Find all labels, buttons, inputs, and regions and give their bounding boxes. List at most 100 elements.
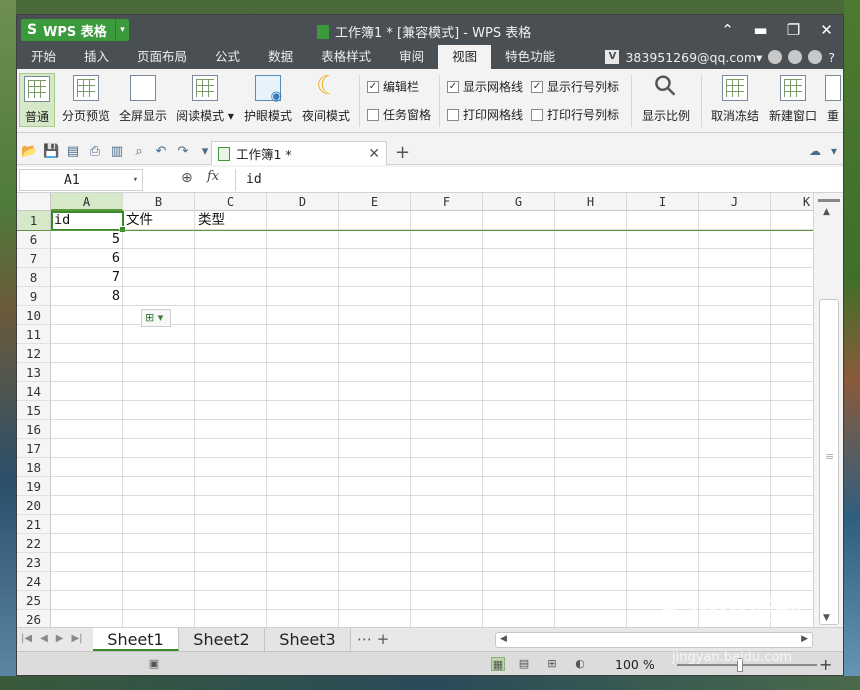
add-sheet-button[interactable]: ⋯ +: [357, 630, 389, 648]
formula-bar-checkbox[interactable]: ✓ 编辑栏: [367, 78, 419, 95]
row-header-19[interactable]: 19: [17, 477, 51, 496]
name-box[interactable]: A1 ▾: [19, 169, 143, 191]
normal-view-button[interactable]: 普通: [19, 73, 55, 127]
formula-input[interactable]: id: [235, 169, 839, 191]
cell-a8[interactable]: 7: [51, 268, 123, 287]
column-header-c[interactable]: C: [195, 193, 267, 211]
row-header-6[interactable]: 6: [17, 230, 51, 249]
row-header-13[interactable]: 13: [17, 363, 51, 382]
panel-toggle-icon[interactable]: ▾: [831, 144, 837, 158]
zoom-button[interactable]: 显示比例: [637, 73, 695, 127]
cell-area[interactable]: id 文件 类型 5 6 7 8 ⊞ ▾: [51, 211, 813, 627]
account-email[interactable]: 383951269@qq.com▾: [625, 50, 762, 65]
show-gridlines-checkbox[interactable]: ✓ 显示网格线: [447, 78, 523, 95]
row-header-16[interactable]: 16: [17, 420, 51, 439]
chevron-down-icon[interactable]: ▾: [115, 19, 129, 41]
column-header-g[interactable]: G: [483, 193, 555, 211]
next-sheet-icon[interactable]: ▶: [56, 633, 64, 644]
row-header-24[interactable]: 24: [17, 572, 51, 591]
row-header-14[interactable]: 14: [17, 382, 51, 401]
menu-item-special[interactable]: 特色功能: [491, 45, 569, 69]
row-header-17[interactable]: 17: [17, 439, 51, 458]
column-header-j[interactable]: J: [699, 193, 771, 211]
page-layout-view-icon[interactable]: ▤: [517, 657, 531, 671]
column-header-i[interactable]: I: [627, 193, 699, 211]
cell-a6[interactable]: 5: [51, 230, 123, 249]
row-header-26[interactable]: 26: [17, 610, 51, 627]
scroll-down-icon[interactable]: ▼: [823, 613, 830, 623]
share-icon[interactable]: [768, 50, 783, 64]
save-icon[interactable]: 💾: [43, 144, 59, 160]
cell-c1[interactable]: 类型: [195, 211, 267, 230]
page-break-view-icon[interactable]: ⊞: [545, 657, 559, 671]
normal-view-icon[interactable]: ▦: [491, 657, 505, 671]
row-header-22[interactable]: 22: [17, 534, 51, 553]
macro-record-icon[interactable]: ▣: [147, 657, 161, 671]
document-tab[interactable]: 工作簿1 * ✕: [211, 141, 387, 165]
row-header-25[interactable]: 25: [17, 591, 51, 610]
split-handle[interactable]: [818, 199, 840, 202]
sheet-tab-sheet2[interactable]: Sheet2: [179, 628, 265, 651]
select-all-corner[interactable]: [17, 193, 51, 211]
row-header-20[interactable]: 20: [17, 496, 51, 515]
task-pane-checkbox[interactable]: 任务窗格: [367, 106, 431, 123]
last-sheet-icon[interactable]: ▶|: [71, 633, 82, 644]
undo-icon[interactable]: ↶: [153, 144, 169, 160]
column-header-b[interactable]: B: [123, 193, 195, 211]
print-icon[interactable]: ⎙: [87, 144, 103, 160]
menu-item-start[interactable]: 开始: [17, 45, 70, 69]
cell-a9[interactable]: 8: [51, 287, 123, 306]
print-gridlines-checkbox[interactable]: 打印网格线: [447, 106, 523, 123]
zoom-formula-icon[interactable]: ⊕: [181, 170, 193, 186]
column-header-a[interactable]: A: [51, 193, 123, 211]
menu-item-table-style[interactable]: 表格样式: [307, 45, 385, 69]
redo-icon[interactable]: ↷: [175, 144, 191, 160]
show-headings-checkbox[interactable]: ✓ 显示行号列标: [531, 78, 619, 95]
menu-item-formulas[interactable]: 公式: [201, 45, 254, 69]
find-icon[interactable]: ⌕: [131, 144, 147, 160]
row-header-15[interactable]: 15: [17, 401, 51, 420]
row-header-18[interactable]: 18: [17, 458, 51, 477]
menu-item-data[interactable]: 数据: [254, 45, 307, 69]
row-header-21[interactable]: 21: [17, 515, 51, 534]
print-headings-checkbox[interactable]: 打印行号列标: [531, 106, 619, 123]
close-tab-icon[interactable]: ✕: [368, 146, 380, 162]
help-button[interactable]: ?: [828, 50, 835, 65]
scroll-up-icon[interactable]: ▲: [823, 207, 830, 217]
prev-sheet-icon[interactable]: ◀: [40, 633, 48, 644]
reading-mode-button[interactable]: 阅读模式 ▾: [175, 73, 235, 127]
night-mode-button[interactable]: 夜间模式: [299, 71, 353, 127]
menu-item-page-layout[interactable]: 页面布局: [123, 45, 201, 69]
skin-icon[interactable]: [808, 50, 823, 64]
minimize-button[interactable]: ▬: [744, 15, 777, 45]
settings-icon[interactable]: [788, 50, 803, 64]
sheet-tab-sheet3[interactable]: Sheet3: [265, 628, 351, 651]
zoom-level[interactable]: 100 %: [615, 657, 655, 672]
row-header-7[interactable]: 7: [17, 249, 51, 268]
collapse-ribbon-icon[interactable]: ⌃: [711, 15, 744, 45]
cell-b1[interactable]: 文件: [123, 211, 195, 230]
column-header-e[interactable]: E: [339, 193, 411, 211]
pdf-icon[interactable]: ▤: [65, 144, 81, 160]
new-tab-button[interactable]: +: [395, 142, 410, 163]
open-folder-icon[interactable]: 📂: [21, 144, 37, 160]
menu-item-view[interactable]: 视图: [438, 45, 492, 69]
scroll-right-icon[interactable]: ▶: [801, 634, 808, 644]
vertical-scroll-thumb[interactable]: [819, 299, 839, 625]
zoom-in-button[interactable]: +: [819, 655, 832, 674]
horizontal-scrollbar[interactable]: ◀ ▶: [495, 632, 813, 648]
new-window-button[interactable]: 新建窗口: [765, 73, 821, 127]
sheet-tab-sheet1[interactable]: Sheet1: [93, 628, 179, 651]
cell-a7[interactable]: 6: [51, 249, 123, 268]
row-header-8[interactable]: 8: [17, 268, 51, 287]
app-menu-button[interactable]: S WPS 表格 ▾: [21, 19, 129, 41]
cloud-icon[interactable]: ☁: [809, 144, 821, 158]
row-header-9[interactable]: 9: [17, 287, 51, 306]
fullscreen-button[interactable]: 全屏显示: [117, 73, 169, 127]
column-header-d[interactable]: D: [267, 193, 339, 211]
column-header-k[interactable]: K: [771, 193, 813, 211]
rearrange-button[interactable]: 重: [823, 73, 843, 127]
column-header-f[interactable]: F: [411, 193, 483, 211]
vertical-scrollbar[interactable]: ▲ ▼: [813, 193, 843, 627]
column-header-h[interactable]: H: [555, 193, 627, 211]
